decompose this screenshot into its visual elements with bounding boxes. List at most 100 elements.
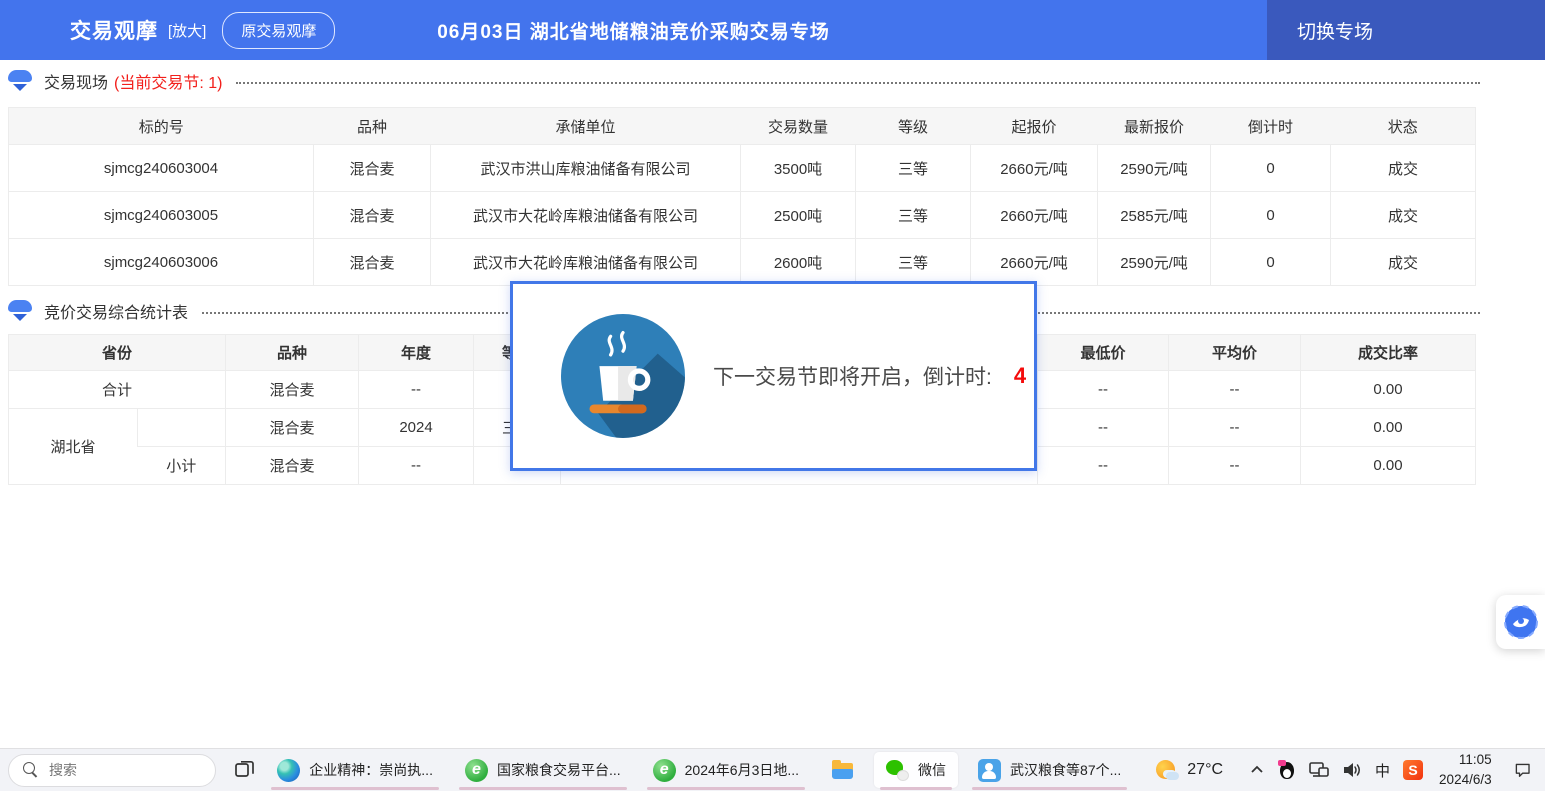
volume-tray-icon[interactable]: [1342, 761, 1362, 779]
status-badge: 成交: [1331, 239, 1476, 286]
grade: 三等: [856, 145, 971, 192]
start-price: 2660元/吨: [971, 192, 1098, 239]
table-header-row: 标的号 品种 承储单位 交易数量 等级 起报价 最新报价 倒计时 状态: [9, 108, 1476, 145]
wechat-icon: [886, 759, 909, 782]
taskbar-clock[interactable]: 11:05 2024/6/3: [1439, 750, 1492, 789]
taskbar-app-file-explorer[interactable]: [819, 752, 866, 788]
taskbar-app-wechat[interactable]: 微信: [874, 752, 958, 788]
file-explorer-icon: [831, 759, 854, 782]
display-network-tray-icon[interactable]: [1309, 761, 1329, 779]
start-price: 2660元/吨: [971, 145, 1098, 192]
variety: 混合麦: [226, 447, 359, 485]
search-icon: [23, 762, 39, 778]
col-variety: 品种: [226, 335, 359, 371]
col-latest-price: 最新报价: [1098, 108, 1211, 145]
switch-session-button[interactable]: 切换专场: [1267, 0, 1545, 60]
col-status: 状态: [1331, 108, 1476, 145]
countdown: 0: [1211, 192, 1331, 239]
browser360-icon: e: [653, 759, 676, 782]
storage-company: 武汉市洪山库粮油储备有限公司: [431, 145, 741, 192]
zoom-toggle-link[interactable]: [放大]: [168, 20, 206, 41]
status-badge: 成交: [1331, 192, 1476, 239]
edge-browser-icon: [277, 759, 300, 782]
deal-ratio: 0.00: [1301, 447, 1476, 485]
taskbar-search-box[interactable]: [8, 754, 216, 787]
min-price: --: [1038, 447, 1169, 485]
min-price: --: [1038, 409, 1169, 447]
quantity: 2600吨: [741, 239, 856, 286]
quantity: 2500吨: [741, 192, 856, 239]
lot-id: sjmcg240603004: [9, 145, 314, 192]
lot-id: sjmcg240603006: [9, 239, 314, 286]
table-row: sjmcg240603006 混合麦 武汉市大花岭库粮油储备有限公司 2600吨…: [9, 239, 1476, 286]
province-total: 合计: [9, 371, 226, 409]
storage-company: 武汉市大花岭库粮油储备有限公司: [431, 239, 741, 286]
variety: 混合麦: [226, 371, 359, 409]
sogou-input-icon[interactable]: S: [1403, 760, 1423, 780]
running-indicator: [459, 787, 627, 790]
ime-indicator[interactable]: 中: [1375, 760, 1390, 781]
table-row: sjmcg240603005 混合麦 武汉市大花岭库粮油储备有限公司 2500吨…: [9, 192, 1476, 239]
year: --: [359, 447, 474, 485]
variety: 混合麦: [314, 145, 431, 192]
section-trading-floor: 交易现场 (当前交易节: 1): [8, 68, 1480, 94]
system-tray: 中 S: [1249, 760, 1423, 781]
weather-temperature: 27°C: [1187, 761, 1223, 779]
contacts-app-icon: [978, 759, 1001, 782]
latest-price: 2590元/吨: [1098, 239, 1211, 286]
task-view-button[interactable]: [234, 755, 258, 785]
section-marker-icon: [8, 70, 32, 92]
customer-service-button[interactable]: [1496, 595, 1545, 649]
countdown: 0: [1211, 145, 1331, 192]
service-logo-icon: [1504, 605, 1538, 639]
start-price: 2660元/吨: [971, 239, 1098, 286]
avg-price: --: [1169, 447, 1301, 485]
clock-date: 2024/6/3: [1439, 770, 1492, 790]
running-indicator: [647, 787, 805, 790]
variety: 混合麦: [226, 409, 359, 447]
province-sub: 小计: [138, 447, 226, 485]
windows-taskbar: 企业精神：崇尚执... e 国家粮食交易平台... e 2024年6月3日地..…: [0, 748, 1545, 791]
taskbar-app-browser360-session-page[interactable]: e 2024年6月3日地...: [641, 752, 811, 788]
variety: 混合麦: [314, 239, 431, 286]
grade: 三等: [856, 192, 971, 239]
trading-floor-table: 标的号 品种 承储单位 交易数量 等级 起报价 最新报价 倒计时 状态 sjmc…: [8, 107, 1476, 286]
col-start-price: 起报价: [971, 108, 1098, 145]
taskbar-app-browser360-grain-platform[interactable]: e 国家粮食交易平台...: [453, 752, 633, 788]
tray-expand-chevron-icon[interactable]: [1249, 762, 1265, 778]
running-indicator: [972, 787, 1127, 790]
running-indicator: [880, 787, 952, 790]
province-sub: [138, 409, 226, 447]
coffee-cup-icon: [561, 314, 685, 438]
province: 湖北省: [9, 409, 138, 485]
next-session-dialog: 下一交易节即将开启，倒计时: 4: [510, 281, 1037, 471]
section-marker-icon: [8, 300, 32, 322]
qq-tray-icon[interactable]: [1278, 760, 1296, 780]
col-countdown: 倒计时: [1211, 108, 1331, 145]
col-year: 年度: [359, 335, 474, 371]
running-indicator: [271, 787, 439, 790]
taskbar-app-grain-contacts[interactable]: 武汉粮食等87个...: [966, 752, 1133, 788]
weather-sun-cloud-icon: [1155, 758, 1179, 782]
notification-center-icon[interactable]: [1514, 759, 1531, 781]
storage-company: 武汉市大花岭库粮油储备有限公司: [431, 192, 741, 239]
original-view-button[interactable]: 原交易观摩: [222, 12, 335, 49]
lot-id: sjmcg240603005: [9, 192, 314, 239]
col-min-price: 最低价: [1038, 335, 1169, 371]
latest-price: 2590元/吨: [1098, 145, 1211, 192]
taskbar-weather-widget[interactable]: 27°C: [1155, 758, 1223, 782]
latest-price: 2585元/吨: [1098, 192, 1211, 239]
section-title: 竞价交易综合统计表: [44, 299, 188, 323]
countdown: 0: [1211, 239, 1331, 286]
deal-ratio: 0.00: [1301, 409, 1476, 447]
section-title: 交易现场: [44, 69, 108, 93]
year: --: [359, 371, 474, 409]
year: 2024: [359, 409, 474, 447]
col-grade: 等级: [856, 108, 971, 145]
status-badge: 成交: [1331, 145, 1476, 192]
col-storage-company: 承储单位: [431, 108, 741, 145]
clock-time: 11:05: [1439, 750, 1492, 770]
taskbar-app-edge[interactable]: 企业精神：崇尚执...: [265, 752, 445, 788]
search-input[interactable]: [49, 762, 216, 778]
deal-ratio: 0.00: [1301, 371, 1476, 409]
